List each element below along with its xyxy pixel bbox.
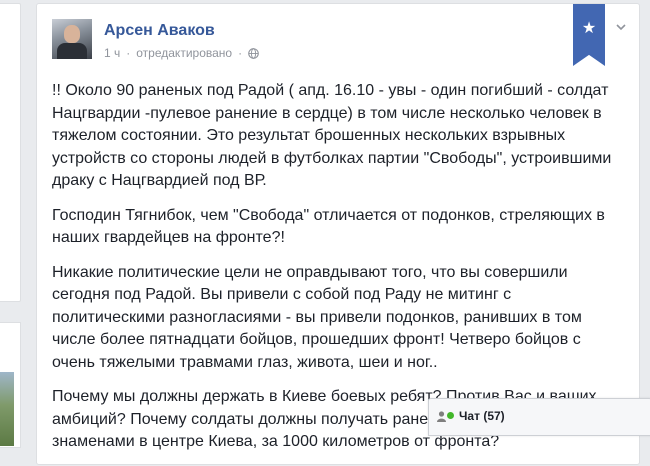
chevron-down-icon[interactable]: [614, 20, 628, 34]
chat-bar[interactable]: Чат (57): [428, 398, 650, 436]
meta-separator: ·: [238, 46, 243, 60]
globe-icon[interactable]: [248, 47, 259, 59]
online-status-dot: [447, 412, 454, 419]
post-meta: 1 ч · отредактировано ·: [104, 46, 259, 60]
post-paragraph: !! Около 90 раненых под Радой ( апд. 16.…: [52, 82, 612, 189]
star-icon: ★: [581, 20, 597, 37]
edited-label[interactable]: отредактировано: [136, 46, 232, 60]
post-card: Арсен Аваков 1 ч · отредактировано · ★ !…: [36, 3, 640, 465]
user-icon: [437, 411, 446, 422]
post-timestamp[interactable]: 1 ч: [104, 46, 120, 60]
left-photo-thumbnail[interactable]: [0, 372, 14, 446]
author-name-link[interactable]: Арсен Аваков: [104, 22, 215, 40]
post-paragraph: Никакие политические цели не оправдывают…: [52, 263, 582, 371]
left-sidebar-strip: [0, 0, 24, 448]
chat-label: Чат (57): [459, 409, 505, 423]
avatar-suit: [57, 43, 87, 59]
author-avatar[interactable]: [52, 19, 92, 59]
post-paragraph: Господин Тягнибок, чем "Свобода" отличае…: [52, 206, 605, 247]
left-panel: [0, 3, 21, 302]
meta-separator: ·: [126, 46, 131, 60]
avatar-face: [64, 25, 80, 43]
bookmark-ribbon[interactable]: ★: [573, 4, 605, 66]
